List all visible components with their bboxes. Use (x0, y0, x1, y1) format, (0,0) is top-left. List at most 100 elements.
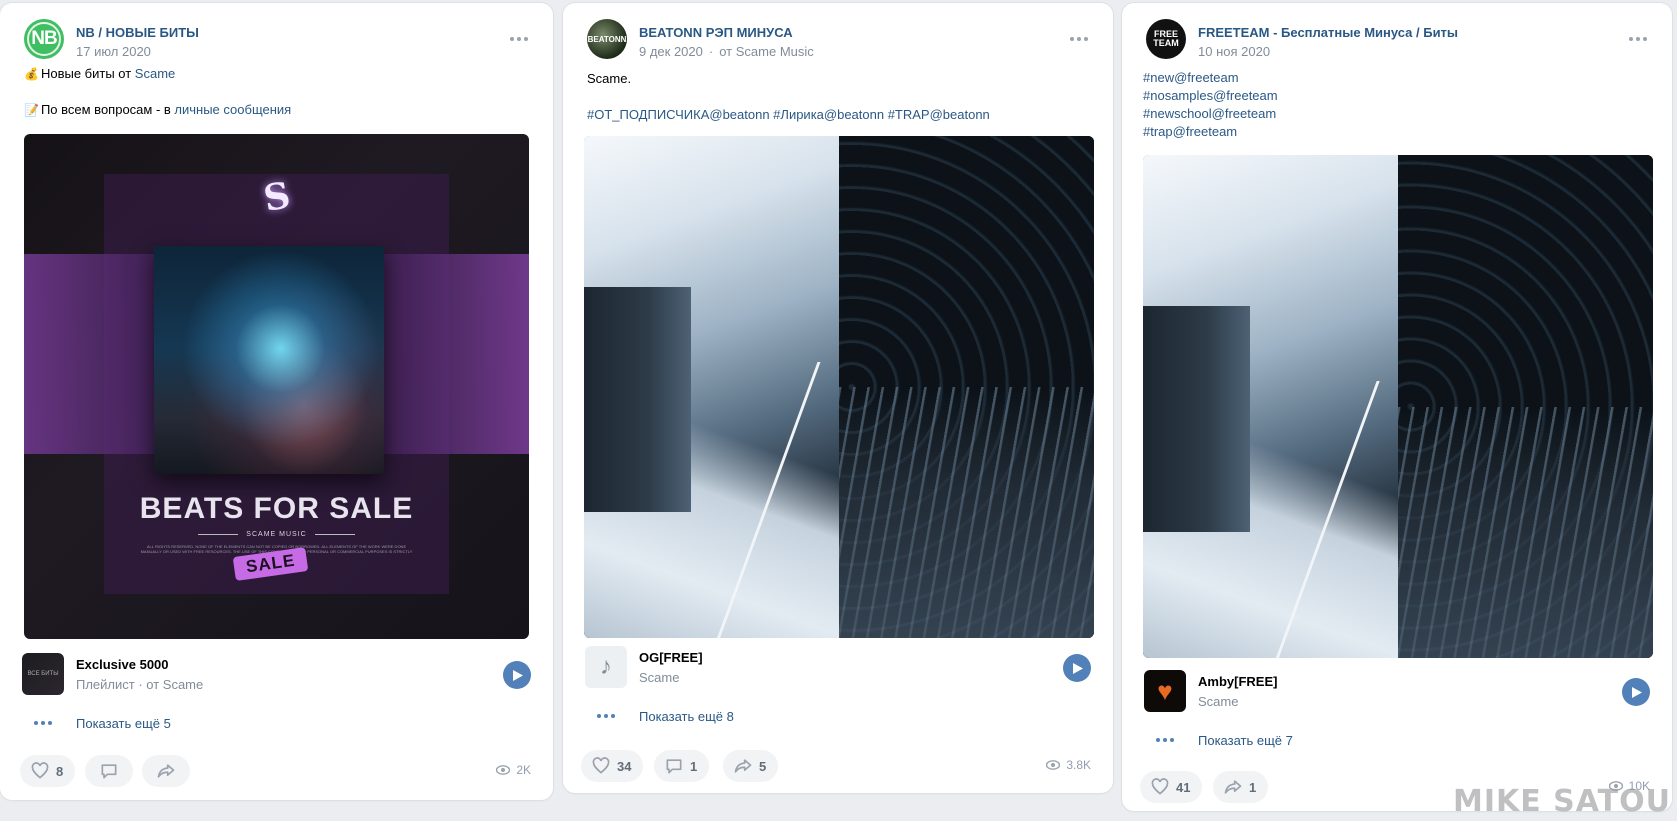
share-button[interactable] (142, 755, 190, 787)
play-icon (513, 669, 523, 681)
subway-photo (584, 136, 1094, 638)
like-count: 34 (617, 758, 632, 774)
more-icon[interactable] (1626, 33, 1650, 45)
attachment-title[interactable]: Amby[FREE] (1198, 674, 1277, 689)
views-icon (1046, 760, 1061, 770)
memo-icon: 📝 (24, 103, 39, 117)
like-button[interactable]: 41 (1140, 771, 1203, 803)
share-icon (1224, 780, 1242, 794)
share-count: 5 (759, 758, 767, 774)
playlist-cover-text: ВСЕ БИТЫ (27, 671, 59, 677)
photo-right-half (839, 136, 1094, 638)
text-fragment: Новые биты от (40, 66, 135, 81)
like-count: 41 (1176, 779, 1191, 795)
author-name[interactable]: BEATONN РЭП МИНУСА (639, 25, 793, 40)
post-date[interactable]: 10 ноя 2020 (1198, 44, 1270, 59)
show-more-button[interactable]: Показать ещё 7 (1144, 727, 1650, 755)
post-text: 💰 Новые биты от Scame 📝 По всем вопросам -… (24, 65, 529, 119)
share-icon (157, 764, 175, 778)
share-icon (734, 759, 752, 773)
avatar[interactable]: FREE TEAM (1146, 19, 1186, 59)
post-meta: 9 дек 2020 · от Scame Music (639, 44, 814, 59)
playlist-cover[interactable]: ВСЕ БИТЫ (22, 653, 64, 695)
post-card: NB NB / НОВЫЕ БИТЫ 17 июл 2020 💰 Новые би… (0, 3, 553, 800)
messages-link[interactable]: личные сообщения (174, 102, 291, 117)
views-count: 3.8K (1066, 758, 1091, 772)
watermark: MIKE SATOU (1452, 784, 1671, 819)
like-button[interactable]: 34 (581, 750, 644, 782)
like-button[interactable]: 8 (20, 755, 76, 787)
comment-icon (666, 759, 682, 774)
audio-attachment[interactable]: ♪ OG[FREE] Scame (585, 646, 1091, 688)
cover-title: BEATS FOR SALE (139, 492, 414, 525)
hashtag-link[interactable]: #nosamples@freeteam (1143, 87, 1648, 105)
post-image[interactable]: S BEATS FOR SALE SCAME MUSIC ALL RIGHTS … (24, 134, 529, 639)
comment-button[interactable] (85, 755, 133, 787)
photo-right-half (1398, 155, 1653, 658)
share-button[interactable]: 5 (723, 750, 779, 782)
cover-subtitle: SCAME MUSIC (24, 531, 529, 538)
show-more-label: Показать ещё 7 (1198, 733, 1293, 748)
music-note-icon: ♪ (585, 646, 627, 688)
like-icon (592, 757, 610, 774)
show-more-label: Показать ещё 8 (639, 709, 734, 724)
more-icon[interactable] (1067, 33, 1091, 45)
attachment-subtitle[interactable]: Scame (1198, 694, 1238, 709)
attachment-title[interactable]: Exclusive 5000 (76, 657, 169, 672)
show-more-button[interactable]: Показать ещё 5 (22, 710, 531, 738)
separator: · (708, 44, 714, 59)
post-header: BEATONN BEATONN РЭП МИНУСА 9 дек 2020 · от… (585, 17, 1091, 61)
text-line: 📝 По всем вопросам - в личные сообщения (24, 101, 529, 119)
avatar-text: NB (31, 28, 57, 49)
audio-attachment[interactable]: ♥ Amby[FREE] Scame (1144, 670, 1650, 712)
play-icon (1073, 662, 1083, 674)
attachment-subtitle[interactable]: Scame (639, 670, 679, 685)
text-fragment: По всем вопросам - в (40, 102, 175, 117)
like-icon (1151, 778, 1169, 795)
post-text: Scame. #ОТ_ПОДПИСЧИКА@beatonn #Лирика@be… (587, 70, 1089, 124)
post-footer: 8 2K (18, 755, 531, 787)
author-name[interactable]: FREETEAM - Бесплатные Минуса / Биты (1198, 25, 1458, 40)
post-footer: 34 1 5 3.8K (581, 750, 1091, 782)
post-header: NB NB / НОВЫЕ БИТЫ 17 июл 2020 (22, 17, 531, 61)
play-button[interactable] (1622, 678, 1650, 706)
post-image[interactable] (1143, 155, 1653, 658)
post-source[interactable]: от Scame Music (719, 44, 814, 59)
like-count: 8 (56, 763, 64, 779)
views-counter: 3.8K (1046, 758, 1091, 772)
concert-photo (154, 246, 384, 474)
play-button[interactable] (503, 661, 531, 689)
heart-cover-icon[interactable]: ♥ (1144, 670, 1186, 712)
comment-button[interactable]: 1 (654, 750, 710, 782)
more-dots-icon (1156, 738, 1174, 742)
comment-count: 1 (690, 758, 698, 774)
hashtag-links[interactable]: #ОТ_ПОДПИСЧИКА@beatonn #Лирика@beatonn #… (587, 106, 1089, 124)
photo-left-half (584, 136, 839, 638)
share-button[interactable]: 1 (1213, 771, 1269, 803)
mention-link[interactable]: Scame (135, 66, 175, 81)
post-date[interactable]: 17 июл 2020 (76, 44, 151, 59)
hashtag-link[interactable]: #trap@freeteam (1143, 123, 1648, 141)
post-date[interactable]: 9 дек 2020 (639, 44, 703, 59)
attachment-subtitle[interactable]: Плейлист · от Scame (76, 677, 203, 692)
play-button[interactable] (1063, 654, 1091, 682)
more-icon[interactable] (507, 33, 531, 45)
views-icon (496, 765, 511, 775)
post-card: BEATONN BEATONN РЭП МИНУСА 9 дек 2020 · от… (563, 3, 1113, 793)
avatar[interactable]: NB (24, 19, 64, 59)
attachment-title[interactable]: OG[FREE] (639, 650, 703, 665)
post-image[interactable] (584, 136, 1094, 638)
hashtag-link[interactable]: #newschool@freeteam (1143, 105, 1648, 123)
show-more-label: Показать ещё 5 (76, 716, 171, 731)
comment-icon (101, 764, 117, 779)
post-text: #new@freeteam #nosamples@freeteam #newsc… (1143, 69, 1648, 141)
show-more-button[interactable]: Показать ещё 8 (585, 703, 1091, 731)
subway-photo (1143, 155, 1653, 658)
avatar[interactable]: BEATONN (587, 19, 627, 59)
playlist-attachment[interactable]: ВСЕ БИТЫ Exclusive 5000 Плейлист · от Sc… (22, 653, 531, 695)
hashtag-link[interactable]: #new@freeteam (1143, 69, 1648, 87)
post-card: FREE TEAM FREETEAM - Бесплатные Минуса /… (1122, 3, 1672, 811)
text-line: 💰 Новые биты от Scame (24, 65, 529, 83)
views-count: 2K (516, 763, 531, 777)
author-name[interactable]: NB / НОВЫЕ БИТЫ (76, 25, 199, 40)
